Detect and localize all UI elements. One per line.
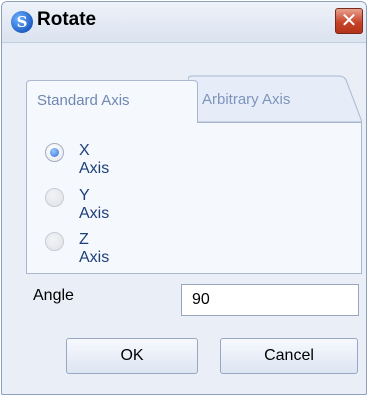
radio-label: X Axis (79, 142, 110, 177)
radio-button[interactable] (45, 232, 64, 251)
rotate-dialog: S Rotate ✕ Arbitrary Axis Standard Axis … (1, 1, 367, 395)
tab-arbitrary-axis[interactable]: Arbitrary Axis (188, 74, 362, 122)
radio-button[interactable] (45, 143, 64, 162)
angle-input[interactable] (181, 284, 359, 316)
tab-arbitrary-label: Arbitrary Axis (202, 91, 291, 108)
radio-label: Y Axis (79, 187, 110, 222)
axis-panel: X Axis Y Axis Z Axis (26, 122, 362, 274)
app-logo-icon: S (11, 11, 33, 33)
title-bar: S Rotate ✕ (2, 2, 366, 43)
ok-button[interactable]: OK (66, 338, 198, 374)
tab-standard-label: Standard Axis (37, 92, 130, 109)
radio-button[interactable] (45, 188, 64, 207)
angle-label: Angle (33, 287, 74, 304)
cancel-button[interactable]: Cancel (220, 338, 358, 374)
tab-standard-axis[interactable]: Standard Axis (26, 80, 198, 123)
close-icon: ✕ (340, 8, 358, 32)
dialog-title: Rotate (37, 9, 97, 30)
close-button[interactable]: ✕ (335, 8, 363, 34)
radio-label: Z Axis (79, 231, 110, 266)
